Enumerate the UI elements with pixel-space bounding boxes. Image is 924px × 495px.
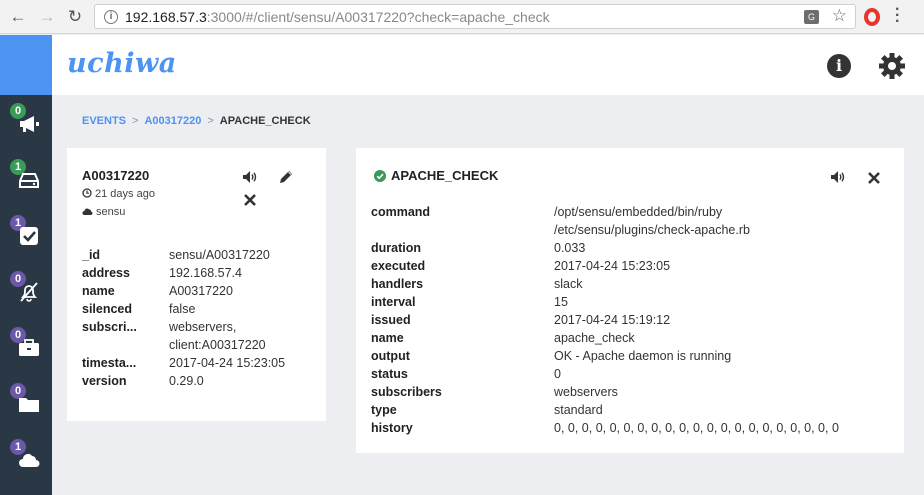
client-datacenter: sensu	[82, 206, 125, 218]
breadcrumb-events-link[interactable]: EVENTS	[82, 115, 126, 127]
info-icon[interactable]: i	[827, 54, 851, 78]
field-value: apache_check	[554, 331, 635, 345]
address-bar[interactable]: i 192.168.57.3:3000/#/client/sensu/A0031…	[94, 4, 856, 29]
field-value: sensu/A00317220	[169, 248, 270, 262]
edit-pencil-icon[interactable]	[278, 169, 294, 185]
field-value: OK - Apache daemon is running	[554, 349, 732, 363]
delete-client-icon[interactable]	[242, 192, 258, 208]
bookmark-star-icon[interactable]: ☆	[832, 6, 847, 26]
field-key: executed	[371, 259, 426, 273]
field-value-continued: client:A00317220	[169, 338, 266, 352]
check-title: APACHE_CHECK	[391, 168, 499, 183]
sidebar-header	[0, 35, 52, 95]
field-key: name	[371, 331, 404, 345]
reload-icon[interactable]: ↻	[64, 6, 86, 28]
app-header: uchiwa i	[52, 35, 924, 95]
translate-icon[interactable]: G	[804, 10, 819, 24]
breadcrumb: EVENTS > A00317220 > APACHE_CHECK	[82, 115, 311, 127]
back-arrow-icon[interactable]: ←	[7, 6, 29, 28]
field-value: A00317220	[169, 284, 233, 298]
field-value: 0	[554, 367, 561, 381]
field-value: /opt/sensu/embedded/bin/ruby	[554, 205, 723, 219]
field-value: standard	[554, 403, 603, 417]
field-value: 2017-04-24 15:19:12	[554, 313, 671, 327]
breadcrumb-current: APACHE_CHECK	[219, 115, 311, 127]
silence-check-icon[interactable]	[830, 169, 846, 185]
url-host: 192.168.57.3	[125, 9, 207, 25]
field-key: duration	[371, 241, 421, 255]
field-key: _id	[82, 248, 101, 262]
sidebar-item-stashes[interactable]: 0	[0, 321, 52, 377]
field-key: command	[371, 205, 431, 219]
sidebar-item-events[interactable]: 0	[0, 97, 52, 153]
field-value: 2017-04-24 15:23:05	[554, 259, 671, 273]
field-value: 0.033	[554, 241, 586, 255]
url-path: :3000/#/client/sensu/A00317220?check=apa…	[206, 9, 550, 25]
browser-menu-icon[interactable]: · · ·	[895, 2, 900, 30]
field-key: output	[371, 349, 410, 363]
clock-icon	[82, 188, 92, 198]
check-square-icon	[20, 227, 38, 245]
field-key: issued	[371, 313, 411, 327]
forward-arrow-icon[interactable]: →	[36, 6, 58, 28]
breadcrumb-client-link[interactable]: A00317220	[144, 115, 201, 127]
field-value: slack	[554, 277, 583, 291]
field-key: subscri...	[82, 320, 137, 334]
field-key: address	[82, 266, 130, 280]
field-value: 192.168.57.4	[169, 266, 242, 280]
server-icon	[19, 173, 39, 188]
client-datacenter-text: sensu	[96, 206, 126, 218]
silence-client-icon[interactable]	[242, 169, 258, 185]
sidebar-item-silenced[interactable]: 0	[0, 265, 52, 321]
briefcase-icon	[19, 339, 39, 356]
field-value: 2017-04-24 15:23:05	[169, 356, 286, 370]
sidebar-item-checks[interactable]: 1	[0, 209, 52, 265]
client-last-seen: 21 days ago	[82, 188, 155, 200]
sidebar-item-clients[interactable]: 1	[0, 153, 52, 209]
site-info-icon[interactable]: i	[104, 10, 118, 24]
folder-icon	[19, 398, 39, 412]
client-last-seen-text: 21 days ago	[95, 188, 155, 200]
gear-icon[interactable]	[877, 51, 907, 81]
url-text: 192.168.57.3:3000/#/client/sensu/A003172…	[125, 9, 550, 25]
field-key: silenced	[82, 302, 133, 316]
client-card: A00317220 21 days ago sensu _id sensu/A0…	[67, 148, 326, 421]
field-key: interval	[371, 295, 416, 309]
field-key: handlers	[371, 277, 424, 291]
field-key: name	[82, 284, 115, 298]
field-value: webservers	[554, 385, 618, 399]
field-key: subscribers	[371, 385, 442, 399]
field-key: history	[371, 421, 413, 435]
field-value: 15	[554, 295, 568, 309]
check-card: APACHE_CHECK command /opt/sensu/embedded…	[356, 148, 904, 453]
app-logo[interactable]: uchiwa	[67, 48, 177, 79]
field-value: 0, 0, 0, 0, 0, 0, 0, 0, 0, 0, 0, 0, 0, 0…	[554, 421, 839, 435]
browser-toolbar: ← → ↻ i 192.168.57.3:3000/#/client/sensu…	[0, 0, 924, 34]
breadcrumb-separator: >	[207, 115, 214, 127]
field-key: status	[371, 367, 408, 381]
check-ok-icon	[374, 170, 386, 182]
sidebar: 0 1 1 0 0 0 1	[0, 35, 52, 495]
opera-icon[interactable]	[864, 8, 880, 26]
field-value-continued: /etc/sensu/plugins/check-apache.rb	[554, 223, 750, 237]
cloud-icon	[19, 454, 40, 467]
cloud-icon	[82, 208, 93, 215]
sidebar-item-datacenters[interactable]: 1	[0, 433, 52, 489]
field-key: timesta...	[82, 356, 137, 370]
megaphone-icon	[20, 116, 39, 132]
field-value: webservers,	[169, 320, 237, 334]
client-name: A00317220	[82, 168, 150, 183]
field-key: type	[371, 403, 397, 417]
field-value: 0.29.0	[169, 374, 204, 388]
sidebar-item-aggregates[interactable]: 0	[0, 377, 52, 433]
field-key: version	[82, 374, 127, 388]
breadcrumb-separator: >	[132, 115, 139, 127]
delete-check-icon[interactable]	[866, 170, 882, 186]
field-value: false	[169, 302, 196, 316]
bell-slash-icon	[20, 282, 38, 302]
